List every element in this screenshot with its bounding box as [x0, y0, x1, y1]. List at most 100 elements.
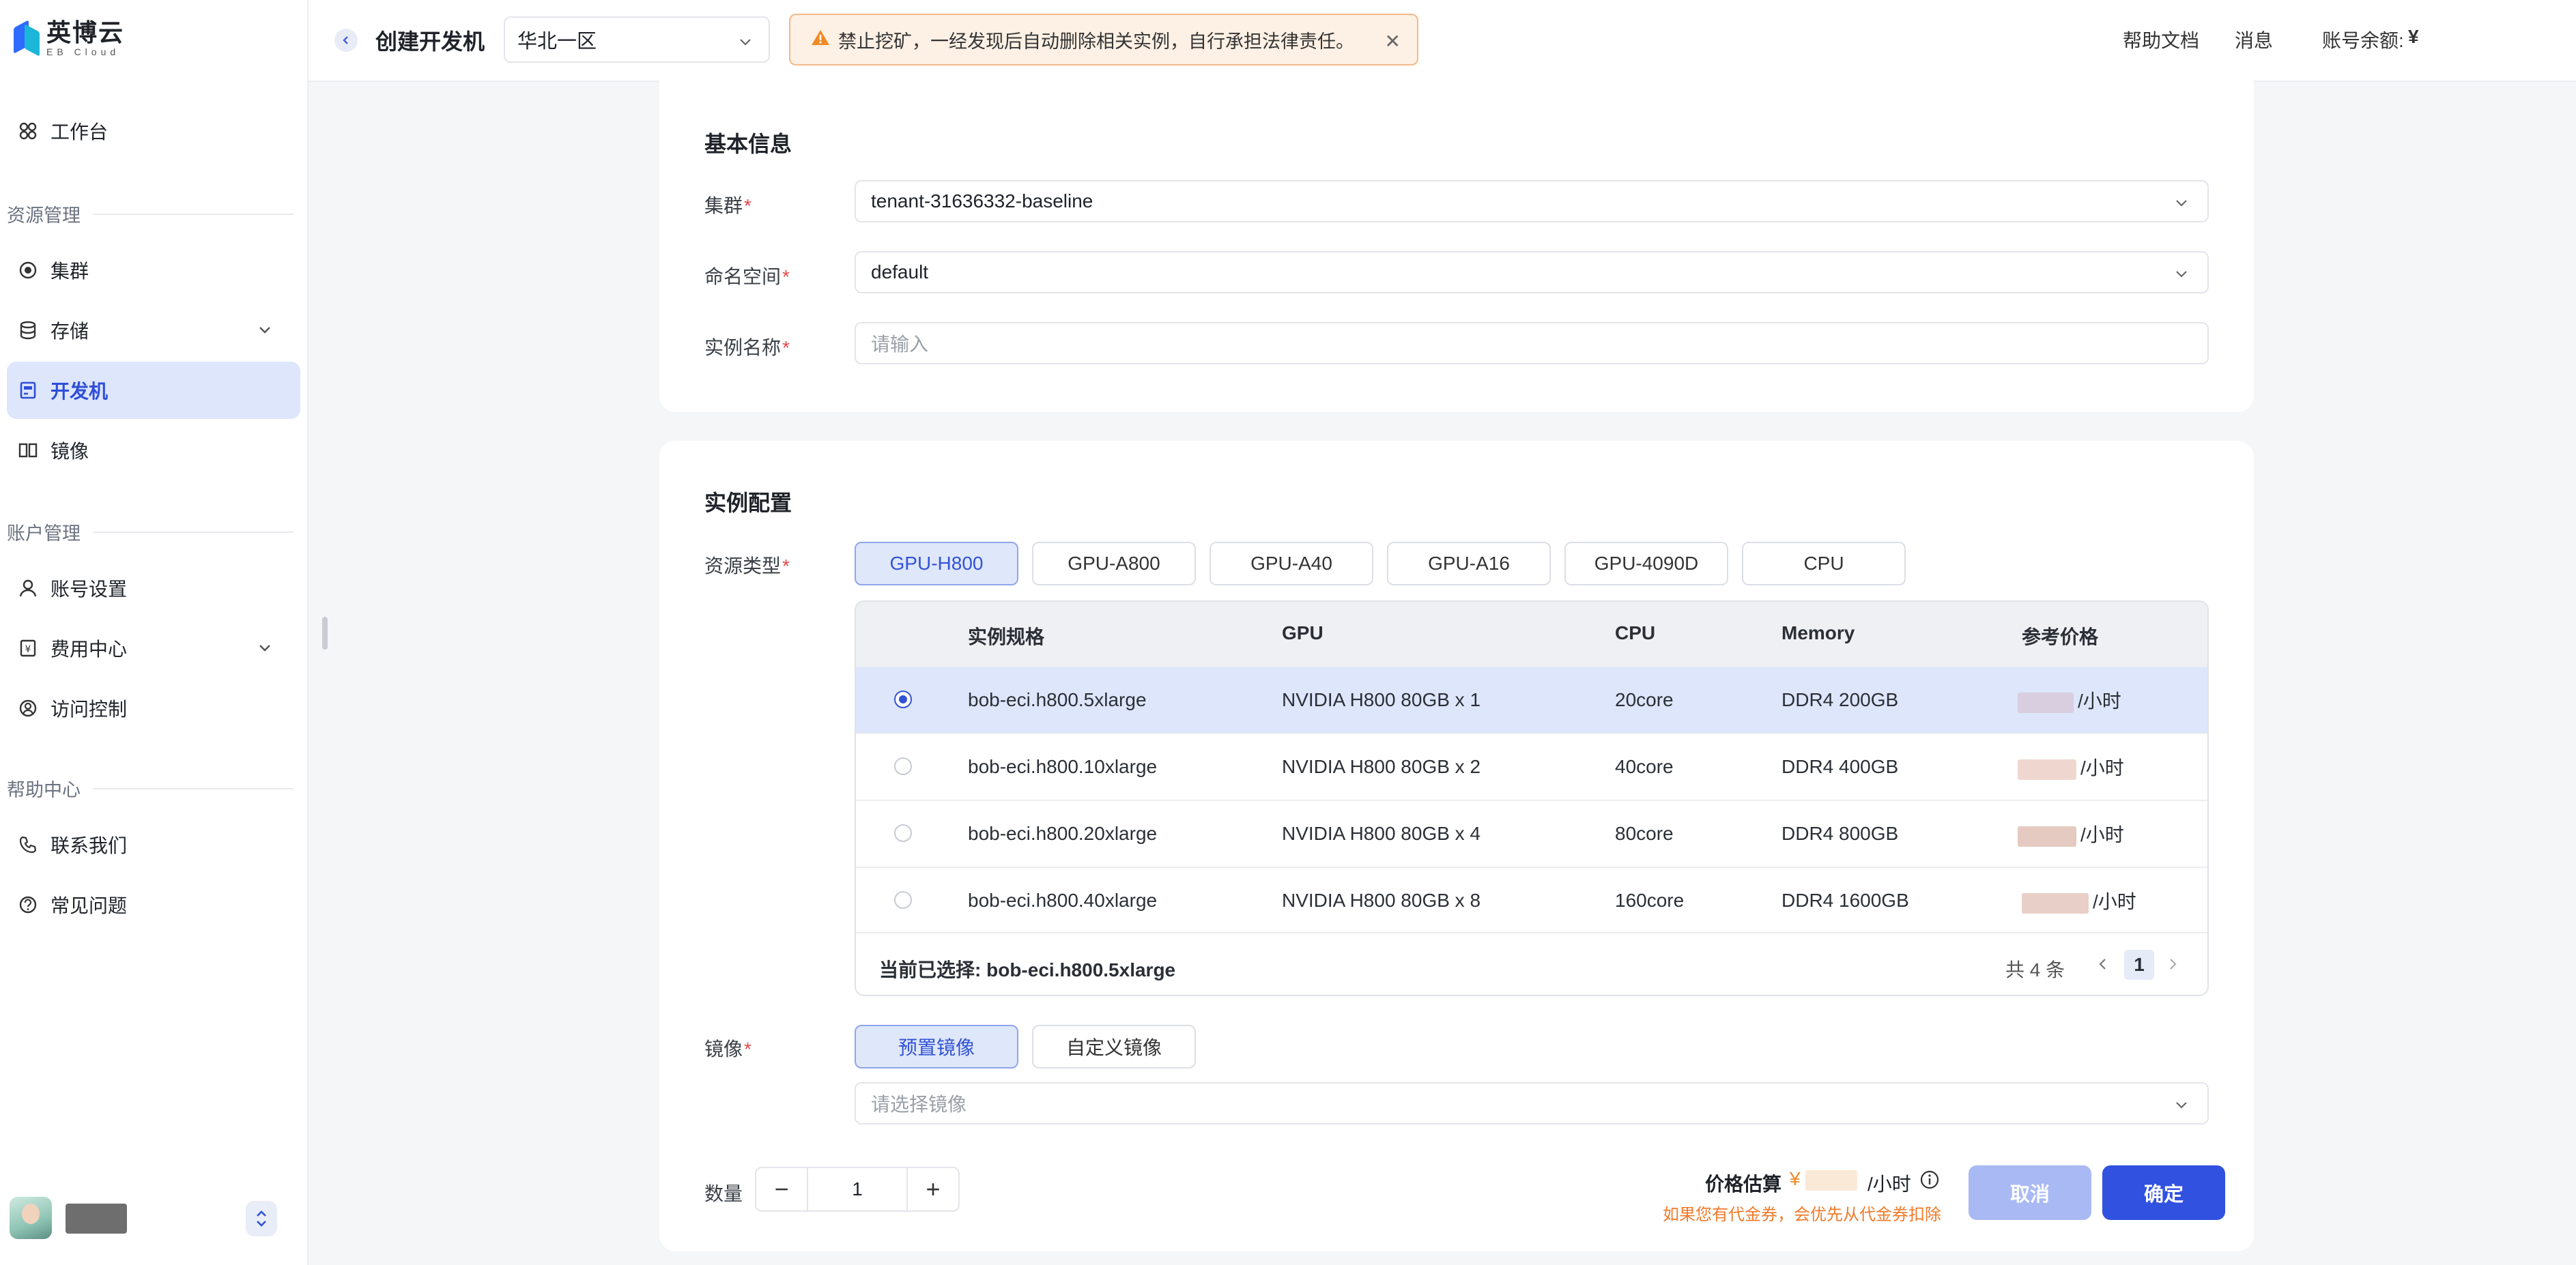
warning-icon: [811, 29, 830, 51]
region-select[interactable]: 华北一区: [504, 16, 770, 63]
chevron-left-icon[interactable]: [2095, 954, 2110, 979]
row-memory: DDR4 800GB: [1781, 823, 1899, 844]
user-icon: [18, 578, 38, 598]
nav-group-account: 账户管理: [7, 519, 294, 545]
resource-type-cpu[interactable]: CPU: [1742, 542, 1906, 585]
image-placeholder: 请选择镜像: [871, 1094, 967, 1115]
price-unit: /小时: [1867, 1174, 1911, 1195]
price-estimate-label: 价格估算: [1705, 1174, 1782, 1195]
resource-type-label: 资源类型*: [704, 555, 790, 577]
page-title: 创建开发机: [375, 29, 485, 54]
image-tab-custom[interactable]: 自定义镜像: [1032, 1025, 1196, 1068]
quantity-stepper: − 1 +: [755, 1167, 960, 1212]
sidebar-resize-handle[interactable]: [322, 617, 328, 650]
chevron-right-icon[interactable]: [2165, 954, 2180, 979]
avatar[interactable]: [10, 1197, 52, 1239]
sidebar-item-billing[interactable]: ¥ 费用中心: [7, 620, 300, 677]
svg-text:¥: ¥: [25, 644, 31, 655]
column-gpu: GPU: [1282, 622, 1323, 643]
row-radio[interactable]: [894, 690, 912, 708]
table-row[interactable]: bob-eci.h800.20xlarge NVIDIA H800 80GB x…: [856, 800, 2207, 867]
section-title: 基本信息: [704, 132, 792, 156]
table-footer: 当前已选择: bob-eci.h800.5xlarge 共 4 条 1: [856, 932, 2207, 995]
sidebar-item-label: 常见问题: [51, 895, 128, 916]
chevron-down-icon: [2173, 1096, 2190, 1118]
sidebar-item-cluster[interactable]: 集群: [7, 242, 300, 299]
messages-link[interactable]: 消息: [2235, 26, 2273, 53]
chevron-down-icon[interactable]: [257, 639, 273, 660]
resource-type-gpu-a800[interactable]: GPU-A800: [1032, 542, 1196, 585]
table-row[interactable]: bob-eci.h800.5xlarge NVIDIA H800 80GB x …: [856, 666, 2207, 733]
devmachine-icon: [18, 380, 38, 401]
row-gpu: NVIDIA H800 80GB x 4: [1282, 823, 1481, 844]
close-icon[interactable]: ✕: [1385, 30, 1401, 53]
brand-logo[interactable]: 英博云 EB Cloud: [14, 19, 124, 57]
row-radio[interactable]: [894, 824, 912, 842]
row-memory: DDR4 400GB: [1781, 756, 1899, 777]
sidebar-item-access-control[interactable]: 访问控制: [7, 680, 300, 737]
increment-button[interactable]: +: [908, 1168, 958, 1210]
sidebar-item-contact[interactable]: 联系我们: [7, 816, 300, 873]
basic-info-card: 基本信息 集群* tenant-31636332-baseline 命名空间* …: [659, 71, 2254, 412]
row-cpu: 40core: [1615, 756, 1674, 777]
dashboard-icon: [18, 121, 38, 141]
help-icon: [18, 895, 38, 915]
sidebar-item-label: 访问控制: [51, 699, 128, 720]
resource-type-gpu-4090d[interactable]: GPU-4090D: [1564, 542, 1728, 585]
chevron-down-icon[interactable]: [257, 321, 273, 343]
quantity-value[interactable]: 1: [807, 1168, 908, 1210]
warning-text: 禁止挖矿，一经发现后自动删除相关实例，自行承担法律责任。: [838, 31, 1354, 52]
quantity-label: 数量: [704, 1183, 743, 1204]
sidebar-item-label: 存储: [51, 321, 89, 342]
sidebar-item-image[interactable]: 镜像: [7, 422, 300, 479]
brand-name-en: EB Cloud: [46, 46, 120, 57]
row-cpu: 80core: [1615, 823, 1674, 844]
help-docs-link[interactable]: 帮助文档: [2123, 26, 2199, 53]
row-cpu: 20core: [1615, 689, 1674, 710]
region-value: 华北一区: [517, 31, 597, 53]
sidebar-item-label: 联系我们: [51, 835, 128, 856]
image-select[interactable]: 请选择镜像: [855, 1082, 2209, 1124]
sidebar-item-label: 开发机: [51, 381, 109, 402]
namespace-select[interactable]: default: [855, 251, 2209, 293]
sidebar-item-faq[interactable]: 常见问题: [7, 876, 300, 933]
image-tab-preset[interactable]: 预置镜像: [855, 1025, 1018, 1068]
cancel-button[interactable]: 取消: [1969, 1165, 2091, 1220]
cluster-select[interactable]: tenant-31636332-baseline: [855, 180, 2209, 222]
column-spec: 实例规格: [968, 626, 1045, 648]
resource-type-gpu-a16[interactable]: GPU-A16: [1387, 542, 1551, 585]
row-spec: bob-eci.h800.40xlarge: [968, 890, 1158, 911]
table-row[interactable]: bob-eci.h800.40xlarge NVIDIA H800 80GB x…: [856, 867, 2207, 933]
sidebar-item-account-settings[interactable]: 账号设置: [7, 559, 300, 617]
decrement-button[interactable]: −: [756, 1168, 807, 1210]
balance-label: 账号余额:: [2322, 30, 2404, 51]
sidebar-item-storage[interactable]: 存储: [7, 302, 300, 359]
brand-name: 英博云: [46, 18, 125, 46]
phone-icon: [18, 834, 38, 855]
column-cpu: CPU: [1615, 622, 1656, 643]
sidebar-item-dashboard[interactable]: 工作台: [7, 102, 300, 160]
row-gpu: NVIDIA H800 80GB x 8: [1282, 890, 1481, 911]
namespace-value: default: [871, 261, 929, 282]
page-number[interactable]: 1: [2124, 950, 2154, 980]
sidebar-item-label: 集群: [51, 261, 89, 282]
instance-name-input[interactable]: 请输入: [855, 322, 2209, 364]
billing-icon: ¥: [18, 638, 38, 658]
row-memory: DDR4 200GB: [1781, 689, 1899, 710]
row-radio[interactable]: [894, 757, 912, 775]
sidebar-item-devmachine[interactable]: 开发机: [7, 362, 300, 419]
row-spec: bob-eci.h800.5xlarge: [968, 689, 1147, 710]
confirm-button[interactable]: 确定: [2102, 1165, 2225, 1220]
logo-icon: [14, 20, 40, 57]
resource-type-gpu-a40[interactable]: GPU-A40: [1210, 542, 1373, 585]
voucher-note: 如果您有代金券，会优先从代金券扣除: [1663, 1206, 1941, 1224]
cluster-value: tenant-31636332-baseline: [871, 190, 1093, 212]
row-price: /小时: [2018, 820, 2124, 847]
row-gpu: NVIDIA H800 80GB x 1: [1282, 689, 1481, 710]
table-row[interactable]: bob-eci.h800.10xlarge NVIDIA H800 80GB x…: [856, 733, 2207, 800]
back-icon[interactable]: [334, 29, 358, 52]
info-icon[interactable]: [1919, 1169, 1940, 1193]
row-radio[interactable]: [894, 891, 912, 909]
resource-type-gpu-h800[interactable]: GPU-H800: [855, 542, 1018, 585]
expand-collapse-icon[interactable]: [246, 1201, 277, 1236]
